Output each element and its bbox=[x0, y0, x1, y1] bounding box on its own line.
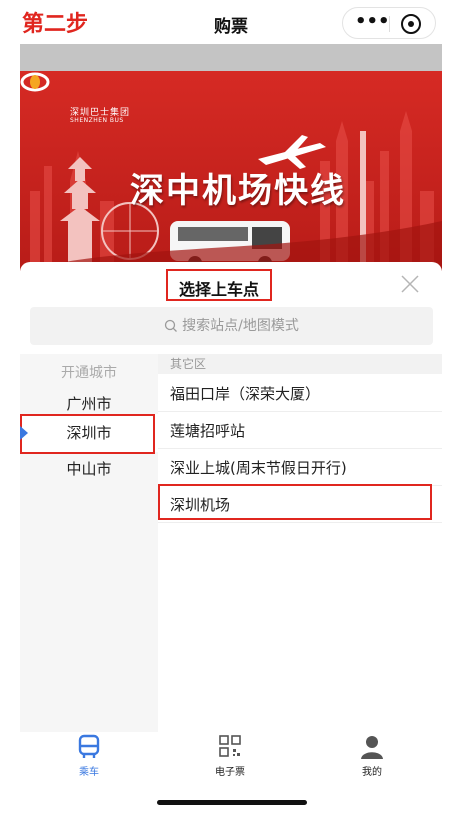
tab-e-ticket[interactable]: 电子票 bbox=[195, 732, 265, 784]
banner-top-strip bbox=[20, 44, 442, 71]
city-list-header: 开通城市 bbox=[61, 365, 117, 381]
selected-city-marker bbox=[20, 426, 28, 440]
stop-item-futian-port[interactable]: 福田口岸（深荣大厦） bbox=[158, 376, 442, 412]
city-list: 开通城市 广州市 深圳市 中山市 bbox=[20, 354, 158, 732]
qr-code-icon bbox=[219, 735, 241, 757]
city-item-zhongshan[interactable]: 中山市 bbox=[20, 454, 158, 484]
logo-text-en: SHENZHEN BUS bbox=[70, 117, 124, 124]
city-item-shenzhen[interactable]: 深圳市 bbox=[20, 414, 158, 452]
banner-title: 深中机场快线 bbox=[130, 171, 346, 211]
stop-item-shenye-upperhills[interactable]: 深业上城(周末节假日开行) bbox=[158, 450, 442, 486]
tab-e-ticket-label: 电子票 bbox=[215, 767, 245, 778]
sheet-title-highlight: 选择上车点 bbox=[166, 269, 272, 301]
home-indicator bbox=[157, 800, 307, 805]
tab-mine-label: 我的 bbox=[362, 767, 382, 778]
more-dots-icon[interactable]: ••• bbox=[355, 12, 390, 32]
tab-mine[interactable]: 我的 bbox=[337, 732, 407, 784]
close-icon[interactable] bbox=[398, 272, 422, 296]
miniprogram-capsule: ••• bbox=[342, 7, 436, 39]
stop-list: 其它区 福田口岸（深荣大厦） 莲塘招呼站 深业上城(周末节假日开行) 深圳机场 bbox=[158, 354, 442, 732]
user-icon bbox=[361, 736, 383, 759]
boarding-point-sheet: 选择上车点 搜索站点/地图模式 开通城市 广州市 深圳市 中山市 其它区 福田口… bbox=[20, 262, 442, 732]
record-circle-icon[interactable] bbox=[401, 14, 421, 34]
tab-ride-label: 乘车 bbox=[79, 767, 99, 778]
station-search-bar[interactable]: 搜索站点/地图模式 bbox=[30, 307, 433, 345]
bottom-tab-bar: 乘车 电子票 我的 bbox=[20, 732, 442, 784]
promo-banner: 深圳巴士集团 SHENZHEN BUS 深中机场快线 bbox=[20, 71, 442, 271]
capsule-divider bbox=[389, 16, 390, 32]
stop-item-liantang[interactable]: 莲塘招呼站 bbox=[158, 413, 442, 449]
shenzhen-bus-logo bbox=[20, 72, 50, 92]
sheet-title: 选择上车点 bbox=[178, 280, 259, 299]
top-nav-bar: 第二步 购票 ••• bbox=[0, 0, 462, 44]
tab-ride[interactable]: 乘车 bbox=[54, 732, 124, 784]
bus-icon bbox=[78, 734, 100, 758]
stop-group-header: 其它区 bbox=[158, 354, 442, 374]
stop-item-shenzhen-airport[interactable]: 深圳机场 bbox=[158, 487, 442, 523]
